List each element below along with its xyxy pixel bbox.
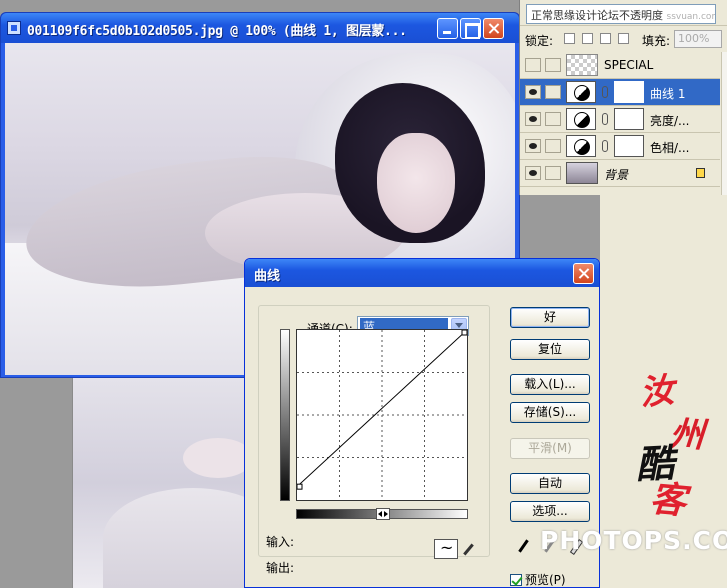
adjustment-layer-icon [566,81,596,103]
curve-plot[interactable] [297,330,467,500]
chain-icon[interactable] [602,140,608,152]
curve-line[interactable] [297,330,467,488]
layer-name: 背景 [604,168,629,182]
lock-icon [696,168,705,178]
ok-button[interactable]: 好 [510,307,590,328]
signature-char: 汝 [638,370,676,414]
checkbox-icon[interactable] [510,574,522,586]
opacity-label: 不透明度 [619,9,663,22]
layer-name: SPECIAL [604,58,654,72]
auto-button[interactable]: 自动 [510,473,590,494]
layer-mask-thumbnail[interactable] [614,81,644,103]
dialog-close-button[interactable] [573,263,594,284]
smooth-button[interactable]: 平滑(M) [510,438,590,459]
document-titlebar[interactable]: 001109f6fc5d0b102d0505.jpg @ 100% (曲线 1,… [1,13,519,43]
signature-char: 州 [668,413,706,457]
layer-row-special[interactable]: SPECIAL [520,52,720,79]
layer-row-curves[interactable]: 曲线 1 [520,79,720,106]
eye-icon[interactable] [525,139,541,153]
preview-checkbox[interactable]: 预览(P) [510,571,566,588]
chain-icon[interactable] [602,86,608,98]
photo-body-lower [103,488,252,588]
blend-mode-select[interactable]: 正常思缘设计论坛不透明度 ssvuan.com [526,4,716,24]
adjustment-layer-icon [566,135,596,157]
forum-watermark: 思缘设计论坛 [553,9,619,22]
photo-face [377,133,455,233]
lock-all-icon[interactable] [618,33,629,44]
adjustment-layer-icon [566,108,596,130]
chain-icon[interactable] [602,113,608,125]
lock-row: 锁定: 填充: 100% [520,26,727,52]
layers-scrollbar[interactable] [721,52,727,195]
eye-icon[interactable] [525,85,541,99]
layer-thumbnail [566,162,598,184]
layer-mask-thumbnail[interactable] [614,108,644,130]
signature-char: 客 [648,477,688,523]
layer-mask-thumbnail[interactable] [614,135,644,157]
curve-control-point[interactable] [461,330,467,336]
options-button[interactable]: 选项... [510,501,590,522]
site-watermark: ssvuan.com [666,12,716,22]
preview-label: 预览(P) [525,573,566,587]
lock-label: 锁定: [525,34,554,48]
fill-label: 填充: [642,34,671,48]
lock-move-icon[interactable] [600,33,611,44]
layer-link-toggle[interactable] [545,166,561,180]
document-title: 001109f6fc5d0b102d0505.jpg @ 100% (曲线 1,… [27,24,407,39]
layer-row-background[interactable]: 背景 [520,160,720,187]
layers-panel: 正常思缘设计论坛不透明度 ssvuan.com 锁定: 填充: 100% SPE… [519,0,727,195]
maximize-button[interactable] [460,18,481,39]
lock-transparency-icon[interactable] [564,33,575,44]
layer-name: 亮度/... [650,114,690,128]
second-image-canvas[interactable] [72,378,252,588]
lock-paint-icon[interactable] [582,33,593,44]
layer-row-brightness[interactable]: 亮度/... [520,106,720,133]
curve-graph[interactable] [296,329,468,501]
reset-button[interactable]: 复位 [510,339,590,360]
curve-control-point[interactable] [297,483,303,490]
photoshop-document-icon [7,21,21,35]
photops-watermark: PHOTOPS.COM [540,526,727,555]
photo-arm [183,438,252,478]
layer-name: 曲线 1 [650,87,686,101]
mask-link-icon[interactable] [545,85,561,99]
visibility-toggle[interactable] [525,58,541,72]
layer-name: 色相/... [650,141,690,155]
eye-icon[interactable] [525,112,541,126]
load-button[interactable]: 载入(L)... [510,374,590,395]
eye-icon[interactable] [525,166,541,180]
layer-thumbnail [566,54,598,76]
minimize-button[interactable] [437,18,458,39]
output-label: 输出: [266,561,295,575]
close-button[interactable] [483,18,504,39]
layer-link-toggle[interactable] [545,139,561,153]
input-label: 输入: [266,535,295,549]
black-eyedropper-icon[interactable] [516,539,530,553]
gradient-toggle-icon[interactable] [376,508,390,520]
layer-link-toggle[interactable] [545,58,561,72]
output-gradient-bar [280,329,290,501]
blend-mode-value: 正常 [531,9,553,22]
curve-tool-icon[interactable] [434,538,458,559]
dialog-title: 曲线 [254,269,281,284]
curves-titlebar[interactable]: 曲线 [245,259,599,287]
layer-link-toggle[interactable] [545,112,561,126]
pencil-icon[interactable] [462,543,474,555]
layer-row-hue[interactable]: 色相/... [520,133,720,160]
fill-input[interactable]: 100% [674,30,722,48]
layers-panel-header: 正常思缘设计论坛不透明度 ssvuan.com [520,0,727,26]
save-button[interactable]: 存储(S)... [510,402,590,423]
